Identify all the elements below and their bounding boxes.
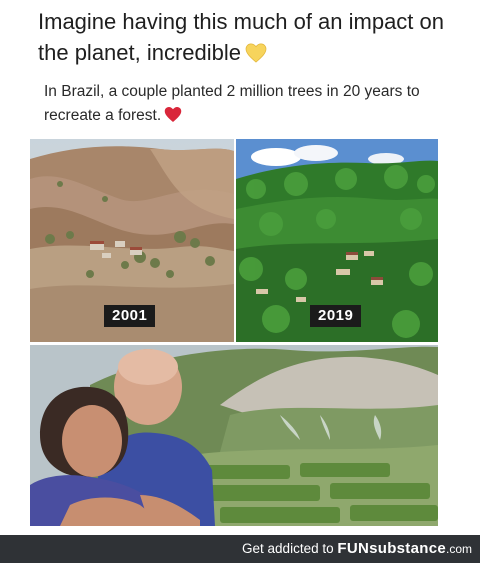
footer-domain: .com bbox=[445, 542, 472, 556]
year-label-2019: 2019 bbox=[310, 305, 362, 327]
post-headline: Imagine having this much of an impact on… bbox=[38, 6, 458, 68]
photo-2019-forest: 2019 bbox=[236, 139, 438, 342]
photo-2001-barren-land: 2001 bbox=[30, 139, 234, 342]
couple-nursery-image bbox=[30, 345, 438, 526]
footer-prefix: Get addicted to bbox=[242, 541, 334, 556]
subtext-text: In Brazil, a couple planted 2 million tr… bbox=[44, 83, 420, 124]
footer-text: Get addicted to FUNsubstance.com bbox=[242, 541, 472, 557]
yellow-heart-icon bbox=[245, 43, 267, 63]
post-subtext: In Brazil, a couple planted 2 million tr… bbox=[44, 80, 444, 128]
year-label-2001: 2001 bbox=[104, 305, 156, 327]
footer-brand: FUNsubstance bbox=[337, 540, 446, 557]
red-heart-icon bbox=[164, 107, 182, 122]
headline-text: Imagine having this much of an impact on… bbox=[38, 9, 445, 65]
photo-couple-nursery bbox=[30, 345, 438, 526]
site-footer-banner: Get addicted to FUNsubstance.com bbox=[0, 535, 480, 563]
